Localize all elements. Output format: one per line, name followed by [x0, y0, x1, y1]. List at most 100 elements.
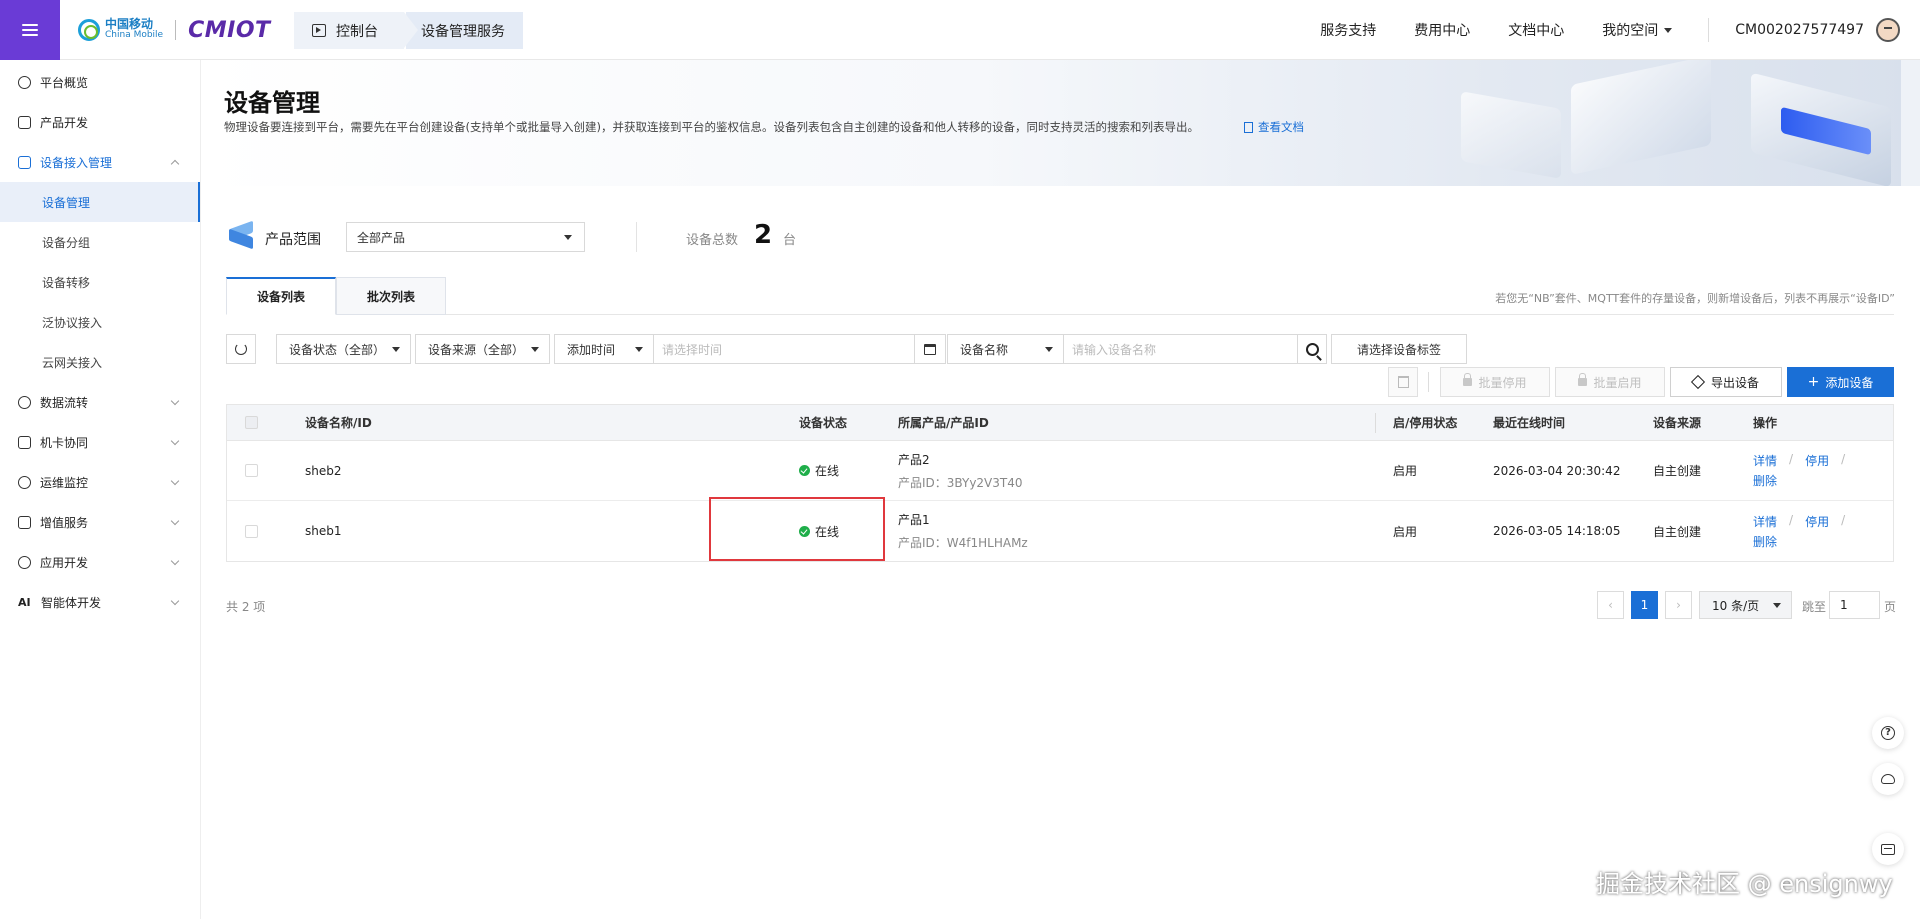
sidebar-sub-device-group[interactable]: 设备分组: [0, 222, 200, 262]
calendar-button[interactable]: [914, 334, 946, 364]
device-source: 自主创建: [1653, 524, 1702, 539]
sidebar-item-value-added[interactable]: 增值服务: [0, 502, 200, 542]
row-checkbox[interactable]: [245, 501, 258, 561]
batch-enable-button[interactable]: 批量启用: [1555, 367, 1665, 397]
account-id[interactable]: CM002027577497: [1735, 22, 1864, 38]
cube-icon: [18, 115, 31, 129]
sidebar: 平台概览 产品开发 设备接入管理 设备管理 设备分组 设备转移 泛协议接入 云网…: [0, 60, 201, 919]
sidebar-sub-cloud-gateway[interactable]: 云网关接入: [0, 342, 200, 382]
device-status-select[interactable]: 设备状态（全部）: [276, 334, 411, 364]
menu-toggle-button[interactable]: [0, 0, 60, 60]
device-status: 在线: [799, 441, 839, 500]
device-total-count: 2: [754, 220, 773, 250]
logo-divider: [175, 20, 177, 40]
sidebar-item-ops-monitor[interactable]: 运维监控: [0, 462, 200, 502]
column-header: 设备来源: [1653, 416, 1702, 430]
tab-batch-list[interactable]: 批次列表: [336, 277, 446, 315]
search-field-select[interactable]: 设备名称: [947, 334, 1064, 364]
china-mobile-wordmark: 中国移动 China Mobile: [105, 17, 164, 40]
caret-down-icon: [531, 347, 539, 352]
table-header: 设备名称/ID 设备状态 所属产品/产品ID 启/停用状态 最近在线时间 设备来…: [227, 405, 1893, 441]
nav-docs-center[interactable]: 文档中心: [1508, 20, 1564, 40]
device-name[interactable]: sheb2: [305, 441, 342, 500]
avatar[interactable]: [1876, 18, 1900, 42]
caret-down-icon: [1045, 347, 1053, 352]
table-row: sheb2 在线 产品2 产品ID：3BYy2V3T40 启用 2026-03-…: [227, 441, 1893, 501]
breadcrumb-console[interactable]: 控制台: [294, 12, 404, 49]
page-size-select[interactable]: 10 条/页: [1699, 591, 1792, 619]
logo[interactable]: 中国移动 China Mobile CMIOT: [78, 17, 271, 43]
row-checkbox[interactable]: [245, 441, 258, 500]
chevron-down-icon: [170, 516, 180, 526]
detail-link[interactable]: 详情: [1753, 513, 1777, 530]
product-scope-icon: [226, 220, 256, 250]
console-icon: [312, 24, 326, 37]
nav-billing-center[interactable]: 费用中心: [1414, 20, 1470, 40]
product-scope-select[interactable]: 全部产品: [346, 222, 585, 252]
divider: [1428, 372, 1429, 392]
sidebar-sub-device-management[interactable]: 设备管理: [0, 182, 200, 222]
feedback-button[interactable]: [1872, 833, 1904, 865]
breadcrumb-device-service[interactable]: 设备管理服务: [406, 12, 523, 49]
column-header: 启/停用状态: [1393, 416, 1458, 430]
my-space-dropdown[interactable]: 我的空间: [1602, 20, 1673, 40]
next-page-button[interactable]: ›: [1665, 591, 1692, 619]
data-flow-icon: [18, 395, 31, 409]
cloud-upload-button[interactable]: [1872, 763, 1904, 795]
disable-link[interactable]: 停用: [1805, 513, 1829, 530]
device-tag-select[interactable]: 请选择设备标签: [1331, 334, 1467, 364]
add-device-button[interactable]: + 添加设备: [1787, 367, 1894, 397]
table-row: sheb1 在线 产品1 产品ID：W4f1HLHAMz 启用 2026-03-…: [227, 501, 1893, 561]
time-range-input[interactable]: 请选择时间: [653, 334, 915, 364]
chevron-down-icon: [170, 476, 180, 486]
sidebar-item-product-dev[interactable]: 产品开发: [0, 102, 200, 142]
sidebar-sub-device-transfer[interactable]: 设备转移: [0, 262, 200, 302]
export-devices-button[interactable]: 导出设备: [1670, 367, 1782, 397]
disable-link[interactable]: 停用: [1805, 452, 1829, 469]
column-divider: [1375, 413, 1376, 433]
china-mobile-logo-icon: [78, 19, 100, 41]
chevron-down-icon: [170, 396, 180, 406]
help-button[interactable]: ?: [1872, 717, 1904, 749]
product-cell: 产品2 产品ID：3BYy2V3T40: [898, 452, 1023, 490]
tab-device-list[interactable]: 设备列表: [226, 277, 336, 315]
monitor-icon: [18, 475, 31, 489]
prev-page-button[interactable]: ‹: [1597, 591, 1624, 619]
top-bar: 中国移动 China Mobile CMIOT 控制台 设备管理服务 服务支持 …: [0, 0, 1920, 60]
search-icon: [1305, 342, 1319, 356]
refresh-button[interactable]: [226, 334, 256, 364]
sidebar-item-ai-agent[interactable]: AI 智能体开发: [0, 582, 200, 622]
page-1-button[interactable]: 1: [1631, 591, 1658, 619]
sidebar-item-sim-link[interactable]: 机卡协同: [0, 422, 200, 462]
lock-icon: [1463, 373, 1473, 386]
add-time-select[interactable]: 添加时间: [554, 334, 654, 364]
device-name-input[interactable]: 请输入设备名称: [1063, 334, 1298, 364]
sidebar-sub-generic-protocol[interactable]: 泛协议接入: [0, 302, 200, 342]
delete-link[interactable]: 删除: [1753, 474, 1777, 488]
sidebar-item-data-flow[interactable]: 数据流转: [0, 382, 200, 422]
device-name[interactable]: sheb1: [305, 501, 342, 561]
batch-disable-button[interactable]: 批量停用: [1440, 367, 1550, 397]
column-header: 设备名称/ID: [305, 416, 372, 430]
detail-link[interactable]: 详情: [1753, 452, 1777, 469]
chevron-down-icon: [170, 596, 180, 606]
sidebar-item-device-access[interactable]: 设备接入管理: [0, 142, 200, 182]
jump-page-input[interactable]: 1: [1829, 591, 1880, 619]
column-header: 操作: [1753, 416, 1778, 430]
nav-service-support[interactable]: 服务支持: [1320, 20, 1376, 40]
chevron-down-icon: [170, 436, 180, 446]
view-docs-link[interactable]: 查看文档: [1244, 119, 1304, 135]
device-total-label: 设备总数: [686, 233, 739, 248]
delete-button[interactable]: [1388, 367, 1418, 397]
device-source-select[interactable]: 设备来源（全部）: [415, 334, 550, 364]
plus-icon: +: [1807, 374, 1820, 390]
sidebar-item-overview[interactable]: 平台概览: [0, 62, 200, 102]
device-source: 自主创建: [1653, 464, 1702, 478]
delete-link[interactable]: 删除: [1753, 535, 1777, 549]
select-all-checkbox[interactable]: [245, 405, 258, 440]
chevron-down-icon: [170, 556, 180, 566]
sidebar-item-app-dev[interactable]: 应用开发: [0, 542, 200, 582]
breadcrumb-arrow: [404, 12, 418, 48]
search-button[interactable]: [1297, 334, 1327, 364]
device-total-unit: 台: [783, 233, 797, 248]
